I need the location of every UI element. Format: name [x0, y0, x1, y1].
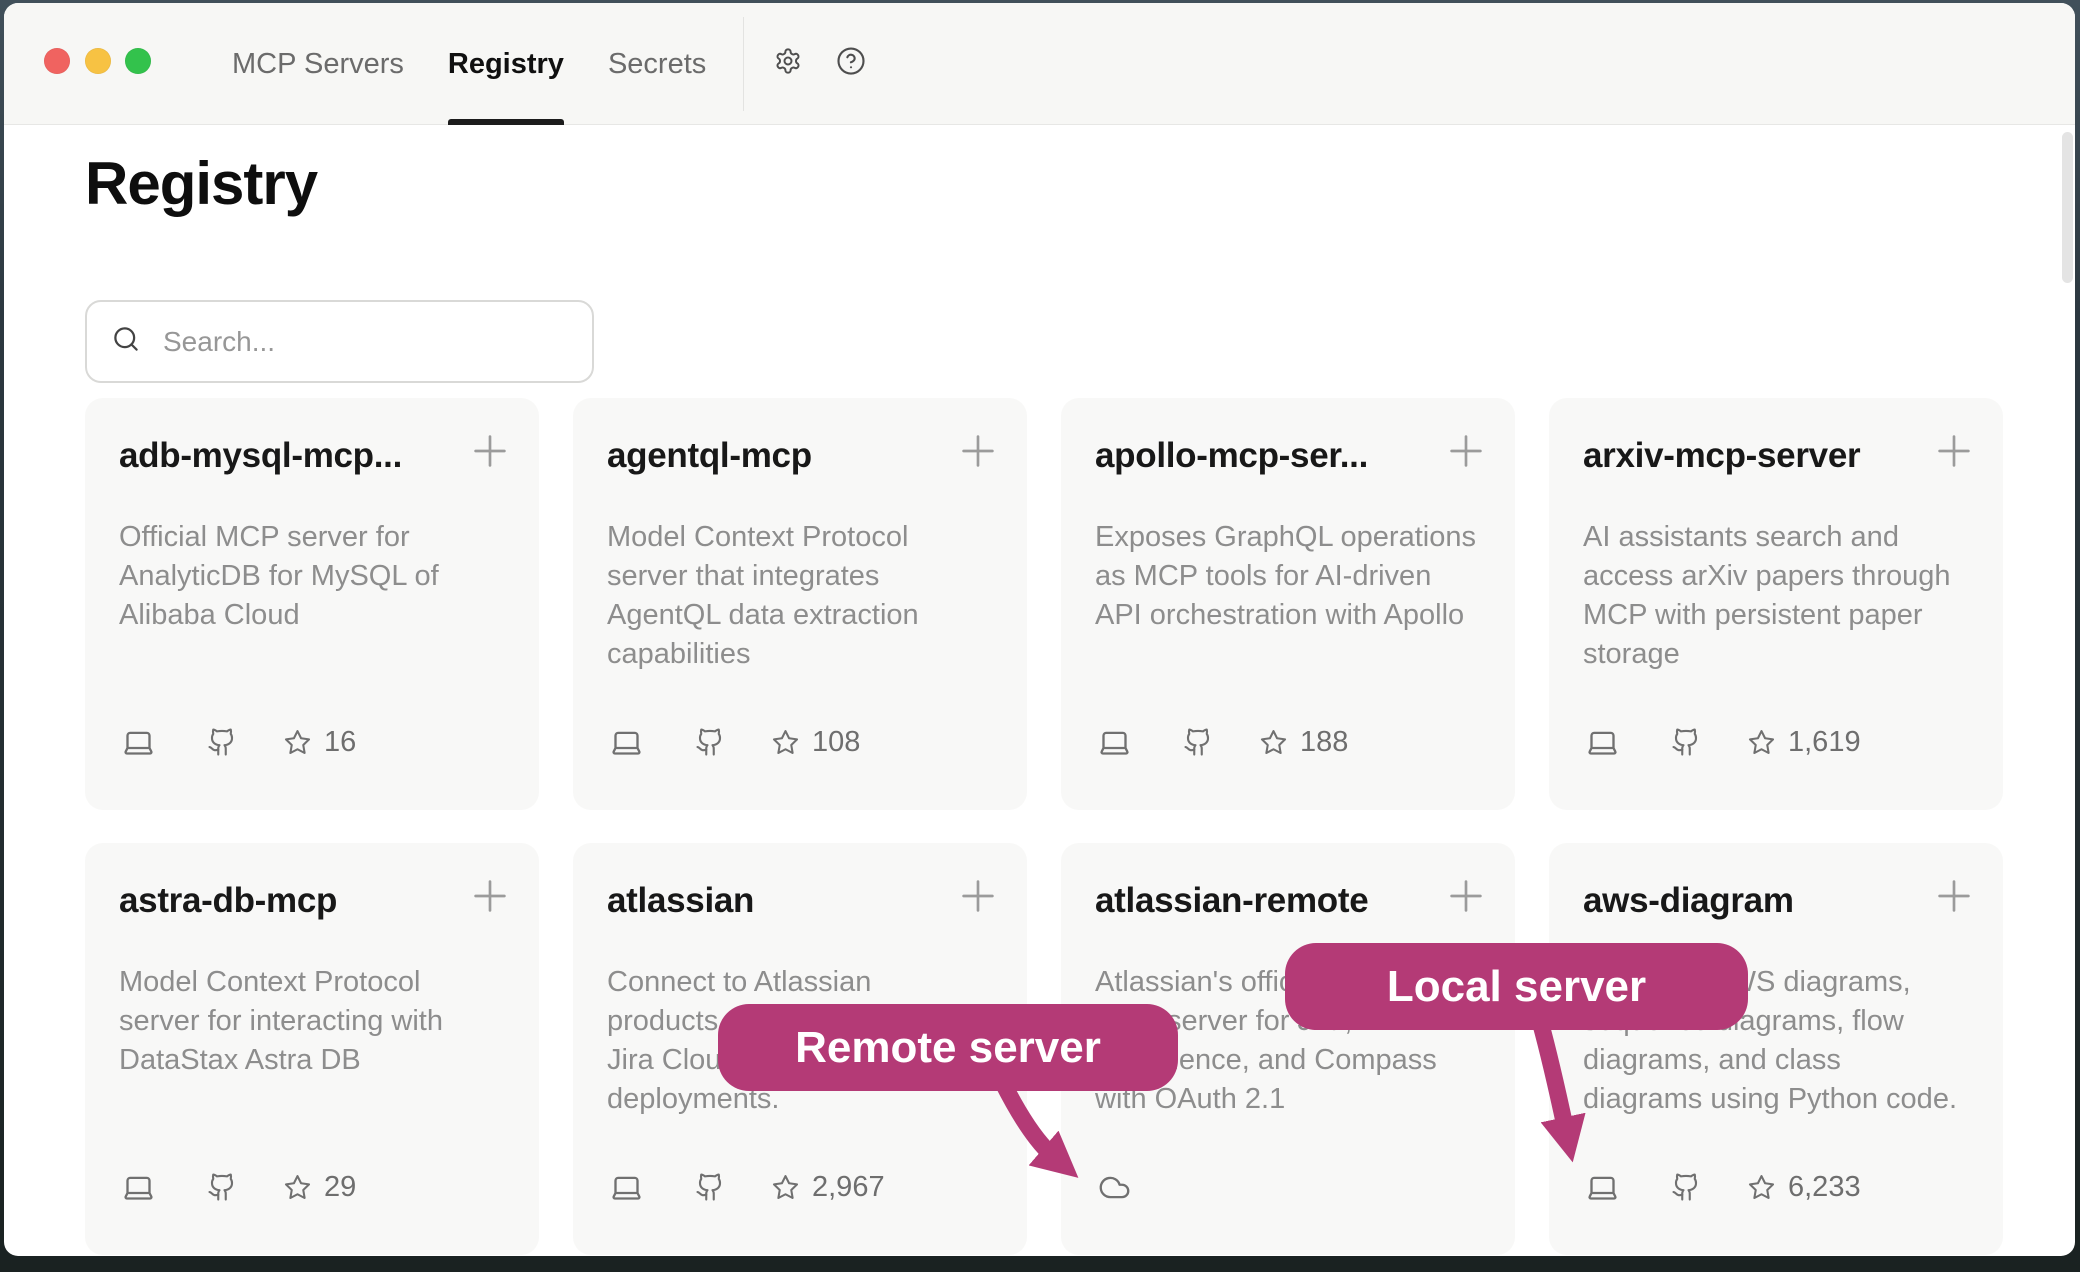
laptop-icon: [610, 726, 643, 759]
star-icon: [1747, 728, 1776, 757]
github-icon: [695, 1172, 725, 1202]
add-server-button[interactable]: [1931, 428, 1977, 474]
star-icon: [1259, 728, 1288, 757]
star-icon: [771, 1173, 800, 1202]
star-count: 2,967: [812, 1171, 885, 1204]
star-icon: [283, 728, 312, 757]
server-card[interactable]: arxiv-mcp-server AI assistants search an…: [1549, 398, 2003, 810]
close-window-button[interactable]: [44, 48, 70, 74]
server-card[interactable]: aws-diagram Generate AWS diagrams, seque…: [1549, 843, 2003, 1255]
server-card[interactable]: agentql-mcp Model Context Protocol serve…: [573, 398, 1027, 810]
server-description: Model Context Protocol server that integ…: [607, 518, 1003, 674]
server-meta: 2,967: [610, 1169, 885, 1205]
scrollbar-thumb[interactable]: [2062, 132, 2073, 283]
server-description: AI assistants search and access arXiv pa…: [1583, 518, 1979, 674]
server-meta: [1098, 1169, 1131, 1205]
laptop-icon: [1586, 1171, 1619, 1204]
gear-icon: [774, 62, 802, 79]
tab-secrets[interactable]: Secrets: [608, 3, 706, 125]
star-icon: [283, 1173, 312, 1202]
search-input[interactable]: [161, 325, 545, 359]
server-name: adb-mysql-mcp...: [119, 436, 453, 476]
star-count: 108: [812, 726, 860, 759]
github-icon: [695, 727, 725, 757]
laptop-icon: [122, 726, 155, 759]
add-server-button[interactable]: [955, 873, 1001, 919]
server-name: astra-db-mcp: [119, 881, 453, 921]
server-name: atlassian: [607, 881, 941, 921]
search-box[interactable]: [85, 300, 594, 383]
server-card[interactable]: apollo-mcp-ser... Exposes GraphQL operat…: [1061, 398, 1515, 810]
header-divider: [743, 17, 744, 111]
settings-button[interactable]: [774, 47, 802, 80]
help-button[interactable]: [836, 46, 866, 81]
star-count: 1,619: [1788, 726, 1861, 759]
star-icon: [771, 728, 800, 757]
server-description: Official MCP server for AnalyticDB for M…: [119, 518, 515, 635]
remote-server-callout: Remote server: [718, 1004, 1178, 1091]
zoom-window-button[interactable]: [125, 48, 151, 74]
add-server-button[interactable]: [1443, 428, 1489, 474]
server-meta: 29: [122, 1169, 356, 1205]
star-count: 188: [1300, 726, 1348, 759]
server-description: Model Context Protocol server for intera…: [119, 963, 515, 1080]
help-icon: [836, 63, 866, 80]
add-server-button[interactable]: [467, 873, 513, 919]
server-card[interactable]: adb-mysql-mcp... Official MCP server for…: [85, 398, 539, 810]
laptop-icon: [1098, 726, 1131, 759]
add-server-button[interactable]: [1931, 873, 1977, 919]
github-icon: [207, 1172, 237, 1202]
minimize-window-button[interactable]: [85, 48, 111, 74]
github-icon: [207, 727, 237, 757]
tab-registry[interactable]: Registry: [448, 3, 564, 125]
server-name: aws-diagram: [1583, 881, 1917, 921]
server-meta: 6,233: [1586, 1169, 1861, 1205]
page-title: Registry: [85, 149, 317, 218]
tab-mcp-servers[interactable]: MCP Servers: [232, 3, 404, 125]
add-server-button[interactable]: [955, 428, 1001, 474]
server-meta: 188: [1098, 724, 1348, 760]
add-server-button[interactable]: [467, 428, 513, 474]
cloud-icon: [1098, 1171, 1131, 1204]
laptop-icon: [1586, 726, 1619, 759]
server-meta: 1,619: [1586, 724, 1861, 760]
laptop-icon: [122, 1171, 155, 1204]
github-icon: [1671, 727, 1701, 757]
github-icon: [1183, 727, 1213, 757]
server-meta: 108: [610, 724, 860, 760]
laptop-icon: [610, 1171, 643, 1204]
server-name: arxiv-mcp-server: [1583, 436, 1917, 476]
star-count: 16: [324, 726, 356, 759]
server-name: apollo-mcp-ser...: [1095, 436, 1429, 476]
registry-card-grid: adb-mysql-mcp... Official MCP server for…: [85, 398, 2003, 1255]
server-name: agentql-mcp: [607, 436, 941, 476]
star-count: 29: [324, 1171, 356, 1204]
server-description: Exposes GraphQL operations as MCP tools …: [1095, 518, 1491, 635]
server-card[interactable]: astra-db-mcp Model Context Protocol serv…: [85, 843, 539, 1255]
star-count: 6,233: [1788, 1171, 1861, 1204]
server-meta: 16: [122, 724, 356, 760]
add-server-button[interactable]: [1443, 873, 1489, 919]
star-icon: [1747, 1173, 1776, 1202]
local-server-callout: Local server: [1285, 943, 1748, 1030]
title-bar: MCP Servers Registry Secrets: [4, 3, 2075, 125]
app-window: MCP Servers Registry Secrets Registry: [4, 3, 2075, 1256]
tab-bar: MCP Servers Registry Secrets: [232, 3, 706, 125]
search-icon: [111, 324, 141, 359]
github-icon: [1671, 1172, 1701, 1202]
server-name: atlassian-remote: [1095, 881, 1429, 921]
